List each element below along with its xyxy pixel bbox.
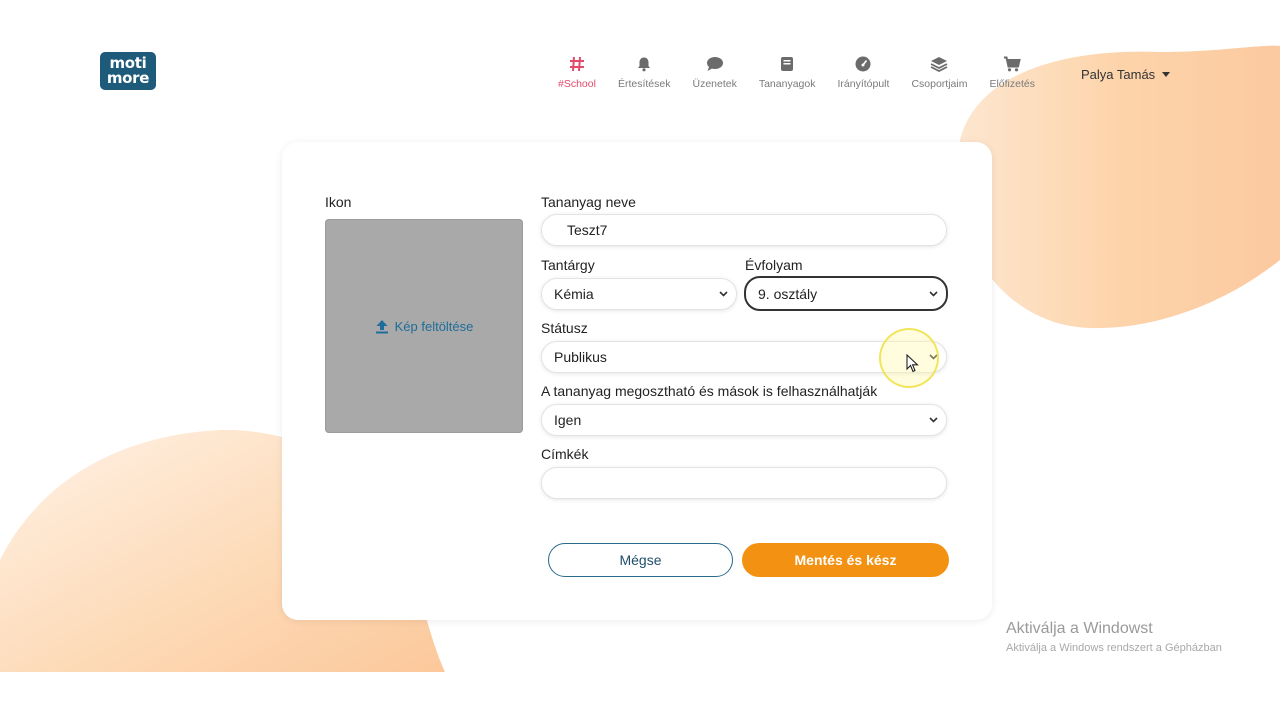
grade-select[interactable]: 9. osztály [744, 276, 948, 311]
chevron-down-icon [928, 417, 938, 423]
save-and-done-button[interactable]: Mentés és kész [742, 543, 949, 577]
name-label: Tananyag neve [541, 194, 636, 210]
nav-label: #School [558, 78, 596, 90]
name-input-value: Teszt7 [567, 222, 608, 238]
book-icon [781, 57, 794, 71]
cart-icon [1004, 56, 1021, 72]
tags-input[interactable] [541, 467, 947, 499]
share-label: A tananyag megosztható és mások is felha… [541, 383, 878, 399]
logo-text-bottom: more [106, 69, 150, 87]
material-form-card: Ikon Kép feltöltése Tananyag neve Teszt7… [282, 142, 992, 620]
gauge-icon [855, 56, 871, 72]
nav-label: Előfizetés [989, 78, 1035, 90]
icon-label: Ikon [325, 194, 352, 210]
nav-item-groups[interactable]: Csoportjaim [911, 53, 967, 90]
subject-select[interactable]: Kémia [541, 278, 737, 310]
name-input[interactable]: Teszt7 [541, 214, 947, 246]
nav-item-school[interactable]: #School [558, 53, 596, 90]
upload-label: Kép feltöltése [394, 318, 474, 334]
user-menu[interactable]: Palya Tamás [1081, 67, 1171, 82]
nav-label: Tananyagok [758, 78, 816, 90]
subject-select-value: Kémia [554, 286, 594, 302]
nav-label: Üzenetek [692, 78, 737, 90]
chevron-down-icon [718, 291, 728, 297]
subject-label: Tantárgy [541, 257, 595, 273]
nav-label: Irányítópult [837, 78, 890, 90]
chevron-down-icon [928, 290, 938, 297]
tags-label: Címkék [541, 446, 589, 462]
nav-item-dashboard[interactable]: Irányítópult [837, 53, 889, 90]
nav-item-materials[interactable]: Tananyagok [758, 53, 816, 90]
motimore-logo[interactable]: moti more [100, 52, 156, 90]
upload-icon [375, 319, 388, 333]
grade-label: Évfolyam [745, 257, 803, 273]
caret-down-icon [1162, 72, 1171, 77]
user-name: Palya Tamás [1081, 67, 1156, 82]
image-upload-area[interactable]: Kép feltöltése [325, 219, 523, 433]
nav-label: Csoportjaim [911, 78, 968, 90]
status-label: Státusz [541, 320, 588, 336]
bell-icon [638, 57, 651, 72]
cancel-button[interactable]: Mégse [548, 543, 733, 577]
chat-icon [706, 57, 723, 71]
page: moti more #School Értesítések Üzenetek T… [0, 0, 1280, 720]
nav-item-messages[interactable]: Üzenetek [692, 53, 737, 90]
status-select-value: Publikus [554, 349, 607, 365]
grade-select-value: 9. osztály [758, 285, 818, 302]
nav-item-notifications[interactable]: Értesítések [617, 53, 671, 90]
nav-label: Értesítések [617, 78, 671, 90]
hash-icon [569, 56, 584, 72]
layers-icon [931, 57, 948, 72]
windows-activation-subtitle: Aktiválja a Windows rendszert a Gépházba… [1006, 642, 1222, 654]
nav-item-subscription[interactable]: Előfizetés [989, 53, 1035, 90]
mouse-cursor-icon [906, 354, 919, 373]
windows-activation-title: Aktiválja a Windowst [1006, 620, 1153, 637]
share-select-value: Igen [554, 412, 582, 428]
share-select[interactable]: Igen [541, 404, 947, 436]
top-nav: #School Értesítések Üzenetek Tananyagok … [558, 53, 1057, 90]
